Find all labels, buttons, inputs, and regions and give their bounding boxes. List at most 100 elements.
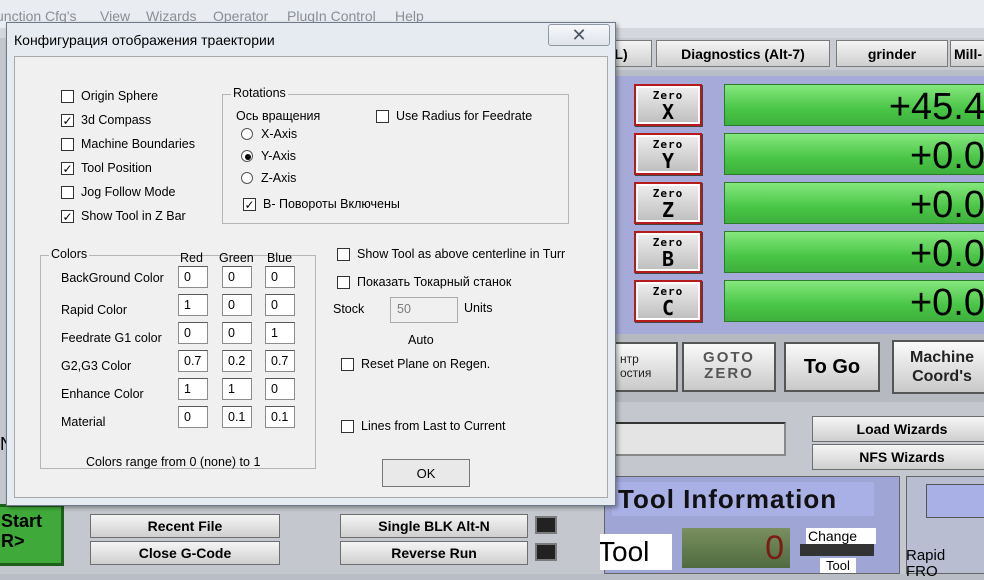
g2g3-green-input[interactable]: 0.2 <box>222 350 252 372</box>
lines-from-last-checkbox[interactable] <box>341 420 354 433</box>
show-tool-z-bar-label: Show Tool in Z Bar <box>81 209 186 223</box>
x-axis-radio[interactable] <box>241 128 253 140</box>
units-label: Units <box>464 301 493 315</box>
background-green-input[interactable]: 0 <box>222 266 252 288</box>
enhance-color-label: Enhance Color <box>61 387 144 401</box>
to-go-button[interactable]: To Go <box>784 342 880 392</box>
feedrate-blue-input[interactable]: 1 <box>265 322 295 344</box>
reset-plane-label: Reset Plane on Regen. <box>361 357 491 371</box>
reverse-run-button[interactable]: Reverse Run <box>340 541 528 565</box>
tool-position-checkbox[interactable]: ✓ <box>61 162 74 175</box>
y-axis-radio[interactable] <box>241 150 253 162</box>
right-info-display <box>926 484 984 518</box>
rotation-axis-label: Ось вращения <box>236 109 321 123</box>
close-icon[interactable]: ✕ <box>548 24 610 46</box>
lines-from-last-label: Lines from Last to Current <box>361 419 506 433</box>
nfs-wizards-button[interactable]: NFS Wizards <box>812 444 984 470</box>
blue-header: Blue <box>267 251 293 265</box>
g2g3-blue-input[interactable]: 0.7 <box>265 350 295 372</box>
background-red-input[interactable]: 0 <box>178 266 208 288</box>
single-block-button[interactable]: Single BLK Alt-N <box>340 514 528 538</box>
lower-right-panel: Load Wizards NFS Wizards Tool Informatio… <box>596 402 984 580</box>
background-blue-input[interactable]: 0 <box>265 266 295 288</box>
ok-button[interactable]: OK <box>382 459 470 487</box>
tool-number-display[interactable]: 0 <box>682 528 790 568</box>
material-blue-input[interactable]: 0.1 <box>265 406 295 428</box>
tab-grinder[interactable]: grinder <box>836 40 948 67</box>
material-red-input[interactable]: 0 <box>178 406 208 428</box>
dro-z[interactable]: +0.0 <box>724 182 984 224</box>
use-radius-checkbox[interactable] <box>376 110 389 123</box>
enhance-green-input[interactable]: 1 <box>222 378 252 400</box>
dro-b[interactable]: +0.0 <box>724 231 984 273</box>
use-radius-label: Use Radius for Feedrate <box>396 109 533 123</box>
rapid-label: Rapid FRO <box>906 547 946 580</box>
colors-range-note: Colors range from 0 (none) to 1 <box>86 455 261 469</box>
mid-button-panel: нтр остия GOTO ZERO To Go Machine Coord's <box>600 334 984 402</box>
reverse-run-led <box>535 543 557 561</box>
machine-boundaries-checkbox[interactable] <box>61 138 74 151</box>
zero-y-button[interactable]: Zero Y <box>634 133 702 175</box>
dro-panel: Zero X +45.4 Zero Y +0.0 Zero Z +0.0 Zero B … <box>600 76 984 334</box>
feedrate-color-label: Feedrate G1 color <box>61 331 162 345</box>
green-header: Green <box>219 251 254 265</box>
stock-label: Stock <box>333 302 365 316</box>
close-gcode-button[interactable]: Close G-Code <box>90 541 280 565</box>
zero-c-button[interactable]: Zero C <box>634 280 702 322</box>
tab-mill[interactable]: Mill- <box>950 40 984 67</box>
machine-boundaries-label: Machine Boundaries <box>81 137 195 151</box>
origin-sphere-checkbox[interactable] <box>61 90 74 103</box>
rapid-blue-input[interactable]: 0 <box>265 294 295 316</box>
dro-c[interactable]: +0.0 <box>724 280 984 322</box>
stock-input[interactable]: 50 <box>390 297 458 323</box>
cycle-start-button[interactable]: Start R> <box>0 504 64 566</box>
enhance-blue-input[interactable]: 0 <box>265 378 295 400</box>
tool-information-title: Tool Information <box>612 482 874 516</box>
zero-z-button[interactable]: Zero Z <box>634 182 702 224</box>
jog-follow-mode-label: Jog Follow Mode <box>81 185 176 199</box>
zero-x-button[interactable]: Zero X <box>634 84 702 126</box>
load-wizards-button[interactable]: Load Wizards <box>812 416 984 442</box>
input-box[interactable] <box>606 422 786 456</box>
show-tool-above-checkbox[interactable] <box>337 248 350 261</box>
enhance-red-input[interactable]: 1 <box>178 378 208 400</box>
colors-legend: Colors <box>49 247 90 261</box>
origin-sphere-label: Origin Sphere <box>81 89 159 103</box>
tool-label: Tool <box>596 534 672 570</box>
rapid-red-input[interactable]: 1 <box>178 294 208 316</box>
center-button[interactable]: нтр остия <box>608 342 678 392</box>
g2g3-color-label: G2,G3 Color <box>61 359 132 373</box>
show-lathe-checkbox[interactable] <box>337 276 350 289</box>
background-color-label: BackGround Color <box>61 271 164 285</box>
zero-b-button[interactable]: Zero B <box>634 231 702 273</box>
3d-compass-checkbox[interactable]: ✓ <box>61 114 74 127</box>
change-tool-bar[interactable] <box>800 544 874 556</box>
jog-follow-mode-checkbox[interactable] <box>61 186 74 199</box>
3d-compass-label: 3d Compass <box>81 113 152 127</box>
x-axis-label: X-Axis <box>261 127 298 141</box>
b-rotation-enabled-checkbox[interactable]: ✓ <box>243 198 256 211</box>
rapid-color-label: Rapid Color <box>61 303 128 317</box>
auto-label: Auto <box>408 333 434 347</box>
single-block-led <box>535 516 557 534</box>
show-lathe-label: Показать Токарный станок <box>357 275 512 289</box>
dro-x[interactable]: +45.4 <box>724 84 984 126</box>
feedrate-red-input[interactable]: 0 <box>178 322 208 344</box>
material-green-input[interactable]: 0.1 <box>222 406 252 428</box>
feedrate-green-input[interactable]: 0 <box>222 322 252 344</box>
y-axis-label: Y-Axis <box>261 149 296 163</box>
show-tool-above-label: Show Tool as above centerline in Turr <box>357 247 566 261</box>
z-axis-label: Z-Axis <box>261 171 297 185</box>
goto-zero-button[interactable]: GOTO ZERO <box>682 342 776 392</box>
reset-plane-checkbox[interactable] <box>341 358 354 371</box>
g2g3-red-input[interactable]: 0.7 <box>178 350 208 372</box>
machine-coords-button[interactable]: Machine Coord's <box>892 340 984 394</box>
rapid-green-input[interactable]: 0 <box>222 294 252 316</box>
z-axis-radio[interactable] <box>241 172 253 184</box>
recent-file-button[interactable]: Recent File <box>90 514 280 538</box>
b-rotation-enabled-label: B- Повороты Включены <box>263 197 400 211</box>
dro-y[interactable]: +0.0 <box>724 133 984 175</box>
dialog-title: Конфигурация отображения траектории <box>14 32 275 48</box>
show-tool-z-bar-checkbox[interactable]: ✓ <box>61 210 74 223</box>
tab-diagnostics[interactable]: Diagnostics (Alt-7) <box>656 40 830 67</box>
